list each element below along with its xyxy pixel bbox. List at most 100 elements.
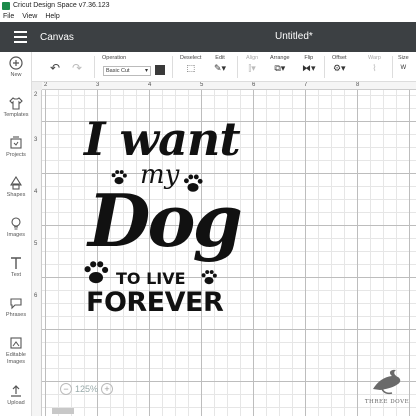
design-text-line: TO LIVE xyxy=(116,269,186,288)
menu-view[interactable]: View xyxy=(22,13,37,20)
text-icon xyxy=(11,257,21,269)
arrange-button[interactable]: Arrange ⧉▾ xyxy=(270,55,290,73)
ruler-tick-label: 5 xyxy=(200,82,204,88)
flip-icon: ⧓▾ xyxy=(302,63,316,73)
ruler-tick-label: 4 xyxy=(148,82,152,88)
ruler-corner xyxy=(32,82,42,90)
sidebar-item-label: Templates xyxy=(3,112,29,118)
toolbar-divider xyxy=(324,56,325,78)
upload-icon xyxy=(11,385,21,397)
deselect-icon: ⬚ xyxy=(186,63,195,73)
sidebar-item-label: Upload xyxy=(7,400,25,406)
design-text-line: I want xyxy=(84,112,241,166)
section-title: Canvas xyxy=(40,31,74,43)
edit-button[interactable]: Edit ✎▾ xyxy=(214,55,226,73)
warp-button[interactable]: Warp ⌇ xyxy=(368,55,381,73)
ruler-tick-label: 7 xyxy=(304,82,308,88)
menu-bar: File View Help xyxy=(0,11,416,22)
edit-toolbar: ↶ ↷ Operation Basic Cut Deselect ⬚ Edit … xyxy=(32,52,416,82)
offset-icon: ⚙▾ xyxy=(332,63,346,73)
toolbar-divider xyxy=(392,56,393,78)
arrange-icon: ⧉▾ xyxy=(274,63,286,73)
menu-file[interactable]: File xyxy=(3,13,14,20)
sidebar-item-text[interactable]: Text xyxy=(0,256,32,296)
sidebar-item-label: Projects xyxy=(6,152,26,158)
hamburger-menu-icon[interactable] xyxy=(0,22,40,52)
horizontal-scrollbar[interactable] xyxy=(52,408,74,414)
design-text-line: FOREVER xyxy=(86,287,224,318)
design-canvas[interactable]: 2 3 4 5 6 7 8 2 3 4 5 6 I want my Dog TO… xyxy=(32,82,416,416)
sidebar-item-label: Shapes xyxy=(6,192,26,198)
size-w-label: W xyxy=(400,65,407,71)
align-button[interactable]: Align ⫿▾ xyxy=(246,55,258,73)
ruler-tick-label: 5 xyxy=(34,241,38,247)
edit-label: Edit xyxy=(215,55,225,61)
align-icon: ⫿▾ xyxy=(248,63,256,73)
size-label: Size xyxy=(398,55,409,61)
paw-print-icon xyxy=(84,261,109,284)
flip-label: Flip xyxy=(304,55,314,61)
sidebar-item-label: New xyxy=(10,72,22,78)
shirt-icon xyxy=(9,97,23,110)
window-title: Cricut Design Space v7.36.123 xyxy=(13,2,110,9)
projects-icon xyxy=(10,136,22,149)
plus-circle-icon xyxy=(9,56,23,70)
zoom-out-button[interactable]: − xyxy=(60,383,72,395)
sidebar-item-new[interactable]: New xyxy=(0,56,32,96)
ruler-tick-label: 6 xyxy=(252,82,256,88)
watermark-text: THREE DOVE xyxy=(364,399,410,405)
zoom-control: − 125% + xyxy=(60,383,114,395)
flip-button[interactable]: Flip ⧓▾ xyxy=(302,55,316,73)
window-titlebar: Cricut Design Space v7.36.123 xyxy=(0,0,416,11)
redo-icon[interactable]: ↷ xyxy=(72,61,82,75)
ruler-top: 2 3 4 5 6 7 8 xyxy=(42,82,416,90)
lightbulb-icon xyxy=(11,217,21,230)
sidebar-item-projects[interactable]: Projects xyxy=(0,136,32,176)
design-group[interactable]: I want my Dog TO LIVE FOREVER xyxy=(80,112,243,352)
color-swatch[interactable] xyxy=(155,65,165,75)
zoom-in-button[interactable]: + xyxy=(101,383,114,395)
toolbar-divider xyxy=(237,56,238,78)
ruler-tick-label: 3 xyxy=(96,82,100,88)
zoom-level: 125% xyxy=(75,384,99,394)
ruler-left: 2 3 4 5 6 xyxy=(32,90,42,416)
sidebar-item-label: Text xyxy=(10,272,22,278)
sidebar-item-label: Editable Images xyxy=(6,352,26,365)
deselect-label: Deselect xyxy=(180,55,202,61)
warp-label: Warp xyxy=(368,55,381,61)
left-sidebar: New Templates Projects Shapes Images Tex… xyxy=(0,52,32,416)
operation-label: Operation xyxy=(102,55,127,61)
design-text-line: Dog xyxy=(88,178,243,263)
operation-select[interactable]: Basic Cut xyxy=(103,66,151,76)
watermark: THREE DOVE xyxy=(362,367,412,412)
sidebar-item-images[interactable]: Images xyxy=(0,216,32,256)
ruler-tick-label: 8 xyxy=(356,82,360,88)
sidebar-item-templates[interactable]: Templates xyxy=(0,96,32,136)
sidebar-item-upload[interactable]: Upload xyxy=(0,384,32,416)
app-logo-icon xyxy=(2,1,10,10)
ruler-tick-label: 3 xyxy=(34,137,38,143)
ruler-tick-label: 6 xyxy=(34,293,38,299)
offset-label: Offset xyxy=(332,55,347,61)
document-title[interactable]: Untitled* xyxy=(275,31,313,42)
ruler-tick-label: 2 xyxy=(44,82,48,88)
sidebar-item-editable-images[interactable]: Editable Images xyxy=(0,336,32,376)
sidebar-item-label: Images xyxy=(6,232,26,238)
arrange-label: Arrange xyxy=(270,55,290,61)
toolbar-divider xyxy=(94,56,95,78)
menu-help[interactable]: Help xyxy=(45,13,59,20)
warp-icon: ⌇ xyxy=(372,63,377,73)
pencil-icon: ✎▾ xyxy=(214,63,227,73)
sidebar-item-shapes[interactable]: Shapes xyxy=(0,176,32,216)
size-group: Size W xyxy=(398,55,409,73)
deselect-button[interactable]: Deselect ⬚ xyxy=(180,55,201,73)
operation-group: Operation xyxy=(102,55,126,61)
ruler-tick-label: 4 xyxy=(34,189,38,195)
undo-icon[interactable]: ↶ xyxy=(50,61,60,75)
app-header: Canvas Untitled* xyxy=(0,22,416,52)
sidebar-item-phrases[interactable]: Phrases xyxy=(0,296,32,336)
dove-logo-icon xyxy=(373,369,401,395)
sidebar-item-label: Phrases xyxy=(5,312,27,318)
offset-button[interactable]: Offset ⚙▾ xyxy=(332,55,347,73)
align-label: Align xyxy=(246,55,259,61)
